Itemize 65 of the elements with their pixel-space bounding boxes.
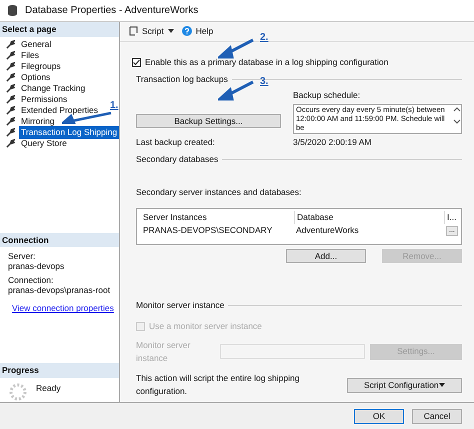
script-button[interactable]: Script [128, 25, 164, 38]
annotation-arrow [218, 38, 254, 60]
section-title: Secondary databases [136, 152, 218, 166]
sidebar-item[interactable]: Query Store [19, 136, 69, 150]
server-label: Server: [8, 251, 36, 262]
column-header: Database [294, 211, 444, 224]
window-title: Database Properties - AdventureWorks [25, 4, 198, 18]
column-header: Server Instances [142, 211, 208, 224]
wrench-icon [6, 94, 15, 104]
caret-icon [439, 383, 445, 388]
checkbox-label: Use a monitor server instance [149, 320, 262, 333]
monitor-field-label: Monitor server instance [136, 338, 192, 364]
sidebar-item[interactable]: Change Tracking [19, 82, 88, 95]
annotation-number: 2. [260, 31, 268, 45]
backup-schedule-label: Backup schedule: [293, 89, 362, 102]
wrench-icon [6, 106, 15, 115]
database-icon [8, 4, 17, 16]
connection-header: Connection [0, 232, 119, 248]
checkbox-label: Enable this as a primary database in a log shipping configuration [145, 56, 388, 69]
script-icon [128, 26, 138, 36]
dropdown-caret-icon[interactable] [168, 29, 174, 34]
sidebar-header: Select a page [0, 22, 119, 37]
monitor-input-field[interactable] [220, 344, 365, 360]
help-button[interactable]: Help [182, 25, 214, 38]
sidebar-item[interactable]: Mirroring [19, 114, 57, 128]
connection-label: Connection: [8, 275, 54, 286]
section-title: Monitor server instance [136, 299, 224, 312]
table-cell-text: PRANAS-DEVOPS\SECONDARY [142, 224, 274, 237]
script-configuration-button[interactable]: Script Configuration [347, 378, 462, 393]
script-note: This action will script the entire log shipping configuration. [136, 372, 300, 398]
table-cell-text: AdventureWorks [295, 224, 360, 237]
sidebar-item[interactable]: Filegroups [19, 60, 63, 73]
backup-settings-button[interactable]: Backup Settings... [136, 114, 281, 128]
sidebar-item[interactable]: Extended Properties [19, 104, 100, 117]
last-backup-value: 3/5/2020 2:00:19 AM [293, 136, 372, 149]
help-icon [182, 26, 192, 36]
primary-checkbox[interactable] [132, 58, 141, 67]
connection-name: pranas-devops\pranas-root [8, 285, 111, 296]
wrench-icon [6, 50, 15, 60]
sidebar-item[interactable]: Permissions [19, 92, 70, 106]
wrench-icon [6, 62, 15, 71]
spinner-icon [8, 382, 28, 402]
annotation-number: 3. [260, 75, 268, 89]
wrench-icon [6, 116, 15, 126]
sidebar-item[interactable]: Options [19, 70, 52, 84]
wrench-icon [6, 138, 15, 148]
sidebar-item[interactable]: Transaction Log Shipping [19, 126, 120, 139]
last-backup-label: Last backup created: [136, 136, 216, 149]
cancel-button[interactable]: Cancel [412, 408, 462, 424]
secondary-instances-label: Secondary server instances and databases: [135, 186, 302, 198]
wrench-icon [6, 40, 15, 49]
progress-header: Progress [0, 363, 119, 378]
wrench-icon [6, 72, 15, 82]
add-button[interactable]: Add... [286, 249, 366, 264]
server-name: pranas-devops [8, 261, 66, 272]
connection-properties-link[interactable]: View connection properties [12, 303, 114, 314]
progress-status: Ready [36, 382, 61, 396]
section-title: Transaction log backups [136, 72, 228, 86]
ok-button[interactable]: OK [354, 408, 404, 424]
sidebar-item[interactable]: Files [19, 48, 41, 62]
annotation-number: 1. [110, 99, 118, 113]
column-header: I... [444, 211, 458, 224]
wrench-icon [6, 128, 15, 137]
sidebar-item[interactable]: General [19, 38, 54, 51]
wrench-icon [6, 84, 15, 93]
